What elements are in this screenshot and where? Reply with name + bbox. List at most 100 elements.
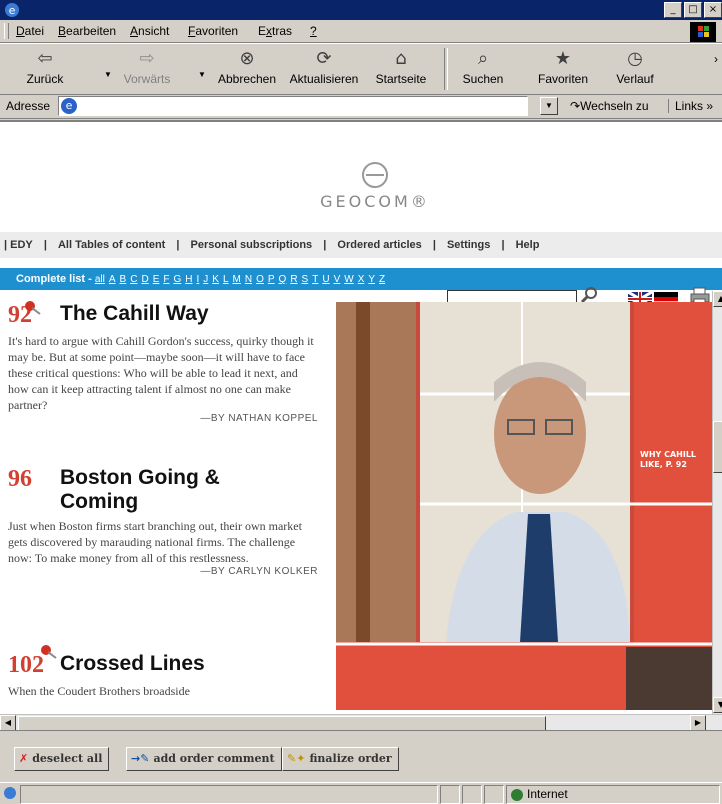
go-button[interactable]: ↷Wechseln zu bbox=[570, 99, 649, 113]
close-button[interactable]: × bbox=[704, 2, 722, 18]
letter-link-c[interactable]: C bbox=[130, 274, 137, 285]
scroll-right-button[interactable]: ▶ bbox=[690, 715, 706, 730]
menu-datei[interactable]: Datei bbox=[16, 24, 44, 38]
letter-link-u[interactable]: U bbox=[322, 274, 329, 285]
address-dropdown-button[interactable]: ▼ bbox=[540, 97, 558, 115]
vertical-scrollbar[interactable]: ▲ ▼ bbox=[712, 291, 722, 721]
address-label: Adresse bbox=[6, 99, 51, 113]
pin-icon bbox=[25, 301, 41, 315]
letter-link-d[interactable]: D bbox=[141, 274, 148, 285]
letter-link-x[interactable]: X bbox=[358, 274, 365, 285]
letter-link-a[interactable]: A bbox=[109, 274, 116, 285]
back-arrow-icon: ⇦ bbox=[37, 48, 53, 69]
history-button[interactable]: ◷ Verlauf bbox=[600, 46, 670, 92]
letter-link-r[interactable]: R bbox=[290, 274, 297, 285]
globe-icon bbox=[511, 788, 523, 801]
geocom-logo[interactable]: GEOCOM® bbox=[300, 162, 450, 211]
letter-link-all[interactable]: all bbox=[95, 274, 105, 285]
back-button[interactable]: ⇦ Zurück bbox=[10, 46, 80, 92]
order-action-bar: ✗ deselect all →✎ add order comment ✎✦ fina… bbox=[0, 730, 722, 781]
deselect-all-button[interactable]: ✗ deselect all bbox=[14, 747, 110, 771]
ie-icon: e bbox=[5, 3, 19, 17]
letter-link-h[interactable]: H bbox=[185, 274, 192, 285]
back-dropdown-icon[interactable]: ▼ bbox=[104, 70, 112, 79]
letter-link-g[interactable]: G bbox=[173, 274, 181, 285]
svg-text:e: e bbox=[9, 4, 16, 17]
add-order-comment-button[interactable]: →✎ add order comment bbox=[126, 747, 282, 771]
letter-link-t[interactable]: T bbox=[312, 274, 318, 285]
minimize-button[interactable]: _ bbox=[664, 2, 682, 18]
scroll-left-button[interactable]: ◀ bbox=[0, 715, 16, 730]
letter-link-n[interactable]: N bbox=[245, 274, 252, 285]
menu-bearbeiten[interactable]: Bearbeiten bbox=[58, 24, 116, 38]
refresh-button[interactable]: ⟳ Aktualisieren bbox=[284, 46, 364, 92]
article-title[interactable]: Boston Going & Coming bbox=[60, 466, 240, 514]
letter-link-e[interactable]: E bbox=[153, 274, 160, 285]
forward-button[interactable]: ⇨ Vorwärts bbox=[112, 46, 182, 92]
letter-link-y[interactable]: Y bbox=[368, 274, 375, 285]
favorites-button[interactable]: ★ Favoriten bbox=[528, 46, 598, 92]
nav-settings[interactable]: Settings bbox=[447, 239, 490, 251]
home-button[interactable]: ⌂ Startseite bbox=[366, 46, 436, 92]
letter-link-f[interactable]: F bbox=[163, 274, 169, 285]
article-boston[interactable]: 96 Boston Going & Coming Just when Boston… bbox=[8, 466, 318, 577]
article-teaser: When the Coudert Brothers broadside bbox=[8, 684, 190, 698]
add-comment-icon: →✎ bbox=[131, 752, 150, 765]
article-title[interactable]: The Cahill Way bbox=[60, 302, 209, 326]
letter-link-w[interactable]: W bbox=[344, 274, 353, 285]
scroll-up-button[interactable]: ▲ bbox=[713, 291, 722, 307]
letter-link-z[interactable]: Z bbox=[379, 274, 385, 285]
finalize-order-button[interactable]: ✎✦ finalize order bbox=[282, 747, 399, 771]
article-teaser: It's hard to argue with Cahill Gordon's … bbox=[8, 334, 314, 412]
page-favicon-icon: e bbox=[61, 98, 77, 114]
article-teaser: Just when Boston firms start branching o… bbox=[8, 519, 302, 565]
toolbar-overflow-button[interactable]: › bbox=[714, 52, 718, 66]
letter-link-o[interactable]: O bbox=[256, 274, 264, 285]
links-button[interactable]: Links » bbox=[668, 99, 713, 113]
home-icon: ⌂ bbox=[395, 48, 407, 69]
x-icon: ✗ bbox=[19, 752, 29, 765]
nav-sep: | bbox=[43, 239, 47, 251]
geocom-mark-icon bbox=[362, 162, 388, 188]
letter-link-v[interactable]: V bbox=[334, 274, 341, 285]
horizontal-scroll-thumb[interactable] bbox=[18, 716, 546, 730]
nav-all-tables[interactable]: All Tables of content bbox=[58, 239, 165, 251]
address-input[interactable]: e bbox=[58, 96, 528, 116]
vertical-scroll-thumb[interactable] bbox=[713, 421, 722, 473]
menu-ansicht[interactable]: Ansicht bbox=[130, 24, 169, 38]
letter-link-k[interactable]: K bbox=[212, 274, 219, 285]
stop-button[interactable]: ⊗ Abbrechen bbox=[212, 46, 282, 92]
letter-link-i[interactable]: I bbox=[196, 274, 199, 285]
page-viewport: GEOCOM® | EDY | All Tables of content | … bbox=[0, 120, 722, 730]
nav-help[interactable]: Help bbox=[516, 239, 540, 251]
forward-dropdown-icon[interactable]: ▼ bbox=[198, 70, 206, 79]
nav-ordered-articles[interactable]: Ordered articles bbox=[337, 239, 421, 251]
stop-icon: ⊗ bbox=[239, 48, 255, 69]
letter-link-b[interactable]: B bbox=[120, 274, 127, 285]
nav-personal-subscriptions[interactable]: Personal subscriptions bbox=[191, 239, 313, 251]
letter-link-l[interactable]: L bbox=[223, 274, 229, 285]
menu-favoriten[interactable]: Favoriten bbox=[188, 24, 238, 38]
search-button[interactable]: ⌕ Suchen bbox=[448, 46, 518, 92]
history-icon: ◷ bbox=[627, 48, 643, 69]
horizontal-scrollbar[interactable]: ◀ ▶ bbox=[0, 714, 722, 730]
letter-link-p[interactable]: P bbox=[268, 274, 275, 285]
title-bar: e _ □ × bbox=[0, 0, 722, 20]
menu-help[interactable]: ? bbox=[310, 24, 317, 38]
maximize-button[interactable]: □ bbox=[684, 2, 702, 18]
letter-link-j[interactable]: J bbox=[203, 274, 208, 285]
site-nav: | EDY | All Tables of content | Personal… bbox=[0, 232, 722, 258]
article-title[interactable]: Crossed Lines bbox=[60, 652, 205, 676]
menu-extras[interactable]: Extras bbox=[258, 24, 292, 38]
nav-edy[interactable]: | EDY bbox=[4, 239, 33, 251]
forward-arrow-icon: ⇨ bbox=[139, 48, 155, 69]
scroll-down-button[interactable]: ▼ bbox=[713, 697, 722, 713]
letter-link-m[interactable]: M bbox=[233, 274, 241, 285]
finalize-icon: ✎✦ bbox=[287, 752, 306, 765]
menu-bar: Datei Bearbeiten Ansicht Favoriten Extra… bbox=[0, 20, 722, 43]
standard-toolbar: ⇦ Zurück ▼ ⇨ Vorwärts ▼ ⊗ Abbrechen ⟳ Aktual… bbox=[0, 43, 722, 95]
letter-link-q[interactable]: Q bbox=[279, 274, 287, 285]
letter-link-s[interactable]: S bbox=[302, 274, 309, 285]
nav-sep: | bbox=[323, 239, 327, 251]
article-cahill[interactable]: 92 The Cahill Way It's hard to argue with… bbox=[8, 302, 318, 424]
